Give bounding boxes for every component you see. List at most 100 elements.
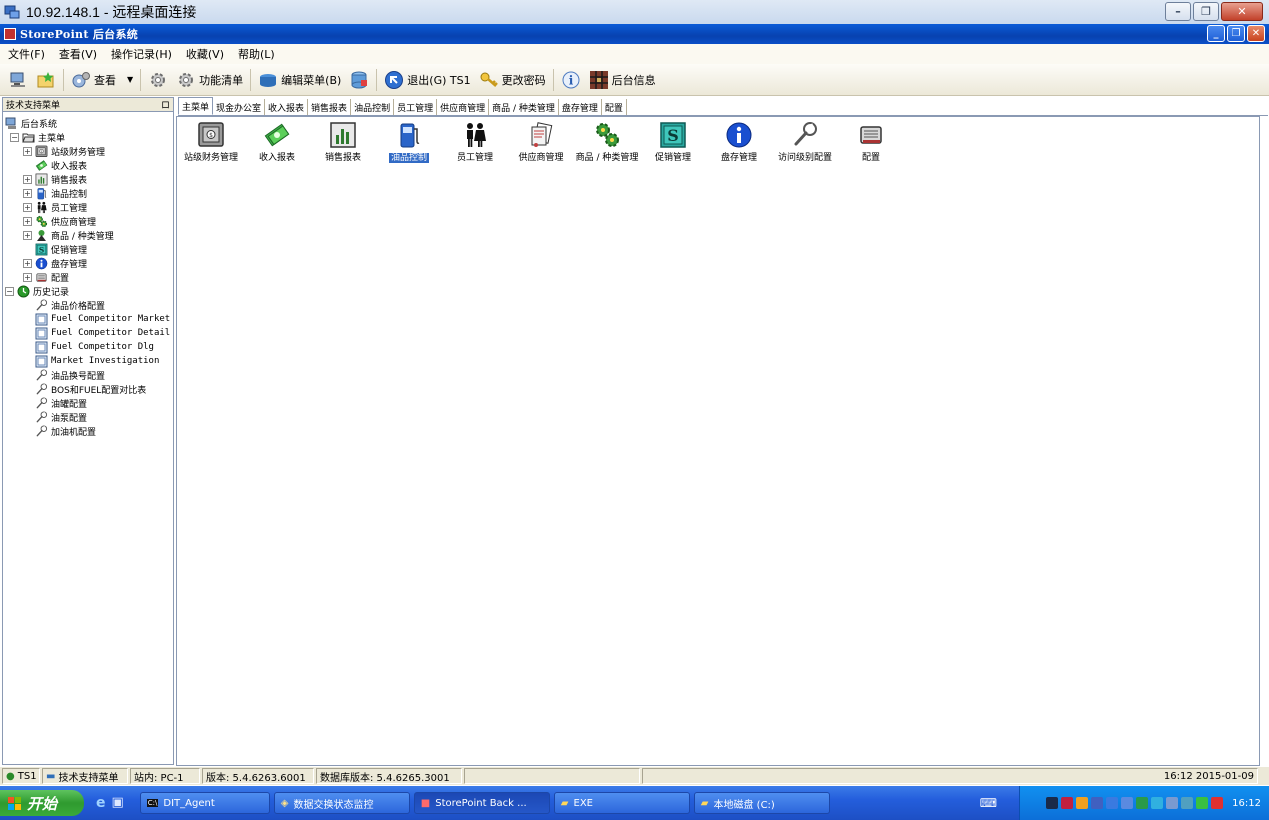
tab-8[interactable]: 盘存管理 — [559, 99, 602, 115]
tree-item[interactable]: 油品价格配置 — [23, 298, 105, 312]
rdp-close-button[interactable]: ✕ — [1221, 2, 1263, 21]
toolbar-function-list-button[interactable]: 功能清单 — [172, 67, 247, 93]
menu-history[interactable]: 操作记录(H) — [109, 46, 174, 62]
tree-item[interactable]: S 促销管理 — [23, 242, 87, 256]
collapse-icon[interactable]: − — [5, 286, 14, 296]
menu-view[interactable]: 查看(V) — [57, 46, 99, 62]
module-item[interactable]: 供应商管理 — [508, 120, 574, 163]
tray-volume-icon[interactable] — [1106, 797, 1119, 809]
tree-item[interactable]: 收入报表 — [23, 158, 87, 172]
tab-5[interactable]: 员工管理 — [394, 99, 438, 115]
tree-item[interactable]: Fuel Competitor Detail — [23, 326, 170, 340]
tab-2[interactable]: 收入报表 — [265, 99, 309, 115]
toolbar-view-button[interactable]: 查看 ▼ — [67, 67, 137, 93]
toolbar-edit-menu-button[interactable]: 编辑菜单(B) — [254, 67, 345, 93]
keyboard-icon[interactable]: ⌨ — [980, 796, 997, 810]
toolbar-backoffice-info-button[interactable]: 后台信息 — [585, 67, 660, 93]
tray-star-icon[interactable] — [1151, 797, 1164, 809]
tray-db-icon[interactable] — [1076, 797, 1089, 809]
tab-7[interactable]: 商品 / 种类管理 — [489, 99, 559, 115]
tree-item[interactable]: + 员工管理 — [23, 200, 87, 214]
tab-9[interactable]: 配置 — [602, 99, 627, 115]
tree-item[interactable]: + 供应商管理 — [23, 214, 96, 228]
tree-item[interactable]: + 销售报表 — [23, 172, 87, 186]
tray-green-icon[interactable] — [1196, 797, 1209, 809]
toolbar-home-button[interactable] — [4, 67, 32, 93]
rdp-restore-button[interactable]: ❐ — [1193, 2, 1219, 21]
module-item[interactable]: 收入报表 — [244, 120, 310, 163]
collapse-icon[interactable]: − — [10, 132, 19, 142]
expand-icon[interactable]: + — [23, 230, 32, 240]
tray-tool-icon[interactable] — [1181, 797, 1194, 809]
expand-icon[interactable]: + — [23, 272, 32, 282]
tree-item[interactable]: + $ 站级财务管理 — [23, 144, 105, 158]
tree-item[interactable]: Fuel Competitor Dlg — [23, 340, 154, 354]
tree-item[interactable]: + 盘存管理 — [23, 256, 87, 270]
app-minimize-button[interactable]: _ — [1207, 25, 1225, 42]
tree-item[interactable]: + 商品 / 种类管理 — [23, 228, 114, 242]
start-button[interactable]: 开始 — [0, 790, 84, 816]
tray-app-icon[interactable] — [1061, 797, 1074, 809]
expand-icon[interactable]: + — [23, 258, 32, 268]
toolbar-exit-button[interactable]: 退出(G) TS1 — [380, 67, 474, 93]
task-exe-folder[interactable]: ▰ EXE — [553, 792, 690, 814]
toolbar-info-button[interactable]: i — [557, 67, 585, 93]
tray-network-icon[interactable] — [1046, 797, 1059, 809]
tree-item[interactable]: 油罐配置 — [23, 396, 87, 410]
tree-item[interactable]: Market Investigation — [23, 354, 159, 368]
tab-1[interactable]: 现金办公室 — [213, 99, 266, 115]
tray-update-icon[interactable] — [1121, 797, 1134, 809]
tray-sync-icon[interactable] — [1136, 797, 1149, 809]
expand-icon[interactable]: + — [23, 202, 32, 212]
toolbar-database-button[interactable] — [345, 67, 373, 93]
module-item[interactable]: 盘存管理 — [706, 120, 772, 163]
tab-6[interactable]: 供应商管理 — [437, 99, 490, 115]
menu-favorites[interactable]: 收藏(V) — [184, 46, 226, 62]
tray-monitor-icon[interactable] — [1166, 797, 1179, 809]
task-dit-agent[interactable]: C:\ DIT_Agent — [139, 792, 270, 814]
module-item[interactable]: 商品 / 种类管理 — [574, 120, 640, 163]
task-storepoint[interactable]: ■ StorePoint Back ... — [413, 792, 550, 814]
desktop-icon[interactable]: ▣ — [112, 795, 124, 811]
app-close-button[interactable]: ✕ — [1247, 25, 1265, 42]
tree-item[interactable]: Fuel Competitor Market — [23, 312, 170, 326]
expand-icon[interactable]: + — [23, 216, 32, 226]
task-data-exchange[interactable]: ◈ 数据交换状态监控 — [273, 792, 410, 814]
ie-icon[interactable]: e — [96, 795, 106, 811]
tree-item[interactable]: 加油机配置 — [23, 424, 96, 438]
module-item[interactable]: 员工管理 — [442, 120, 508, 163]
tab-3[interactable]: 销售报表 — [308, 99, 352, 115]
module-item[interactable]: 销售报表 — [310, 120, 376, 163]
module-item[interactable]: S 促销管理 — [640, 120, 706, 163]
task-local-disk[interactable]: ▰ 本地磁盘 (C:) — [693, 792, 830, 814]
tray-shield-icon[interactable] — [1091, 797, 1104, 809]
tree-item[interactable]: − 历史记录 — [5, 284, 69, 298]
module-item[interactable]: $ 站级财务管理 — [178, 120, 244, 163]
tree-item[interactable]: 油品换号配置 — [23, 368, 105, 382]
tray-antivirus-icon[interactable] — [1211, 797, 1224, 809]
tree-item[interactable]: 后台系统 — [5, 116, 57, 130]
expand-icon[interactable]: + — [23, 174, 32, 184]
menu-help[interactable]: 帮助(L) — [236, 46, 277, 62]
menu-file[interactable]: 文件(F) — [6, 46, 47, 62]
module-item[interactable]: 油品控制 — [376, 120, 442, 163]
tree-item[interactable]: + 配置 — [23, 270, 69, 284]
tree-item[interactable]: − 主菜单 — [10, 130, 65, 144]
rdp-minimize-button[interactable]: – — [1165, 2, 1191, 21]
tray-clock[interactable]: 16:12 — [1232, 798, 1261, 809]
tab-4[interactable]: 油品控制 — [351, 99, 395, 115]
expand-icon[interactable]: + — [23, 188, 32, 198]
app-restore-button[interactable]: ❐ — [1227, 25, 1245, 42]
tree-item[interactable]: 油泵配置 — [23, 410, 87, 424]
toolbar-favorites-button[interactable] — [32, 67, 60, 93]
tree-item[interactable]: BOS和FUEL配置对比表 — [23, 382, 146, 396]
documents-icon — [526, 120, 556, 150]
module-item[interactable]: 配置 — [838, 120, 904, 163]
tree-item[interactable]: + 油品控制 — [23, 186, 87, 200]
pin-icon[interactable]: ロ — [161, 98, 170, 111]
module-item[interactable]: 访问级别配置 — [772, 120, 838, 163]
tab-0[interactable]: 主菜单 — [178, 97, 214, 115]
expand-icon[interactable]: + — [23, 146, 32, 156]
toolbar-settings-button[interactable] — [144, 67, 172, 93]
toolbar-change-password-button[interactable]: 更改密码 — [475, 67, 550, 93]
